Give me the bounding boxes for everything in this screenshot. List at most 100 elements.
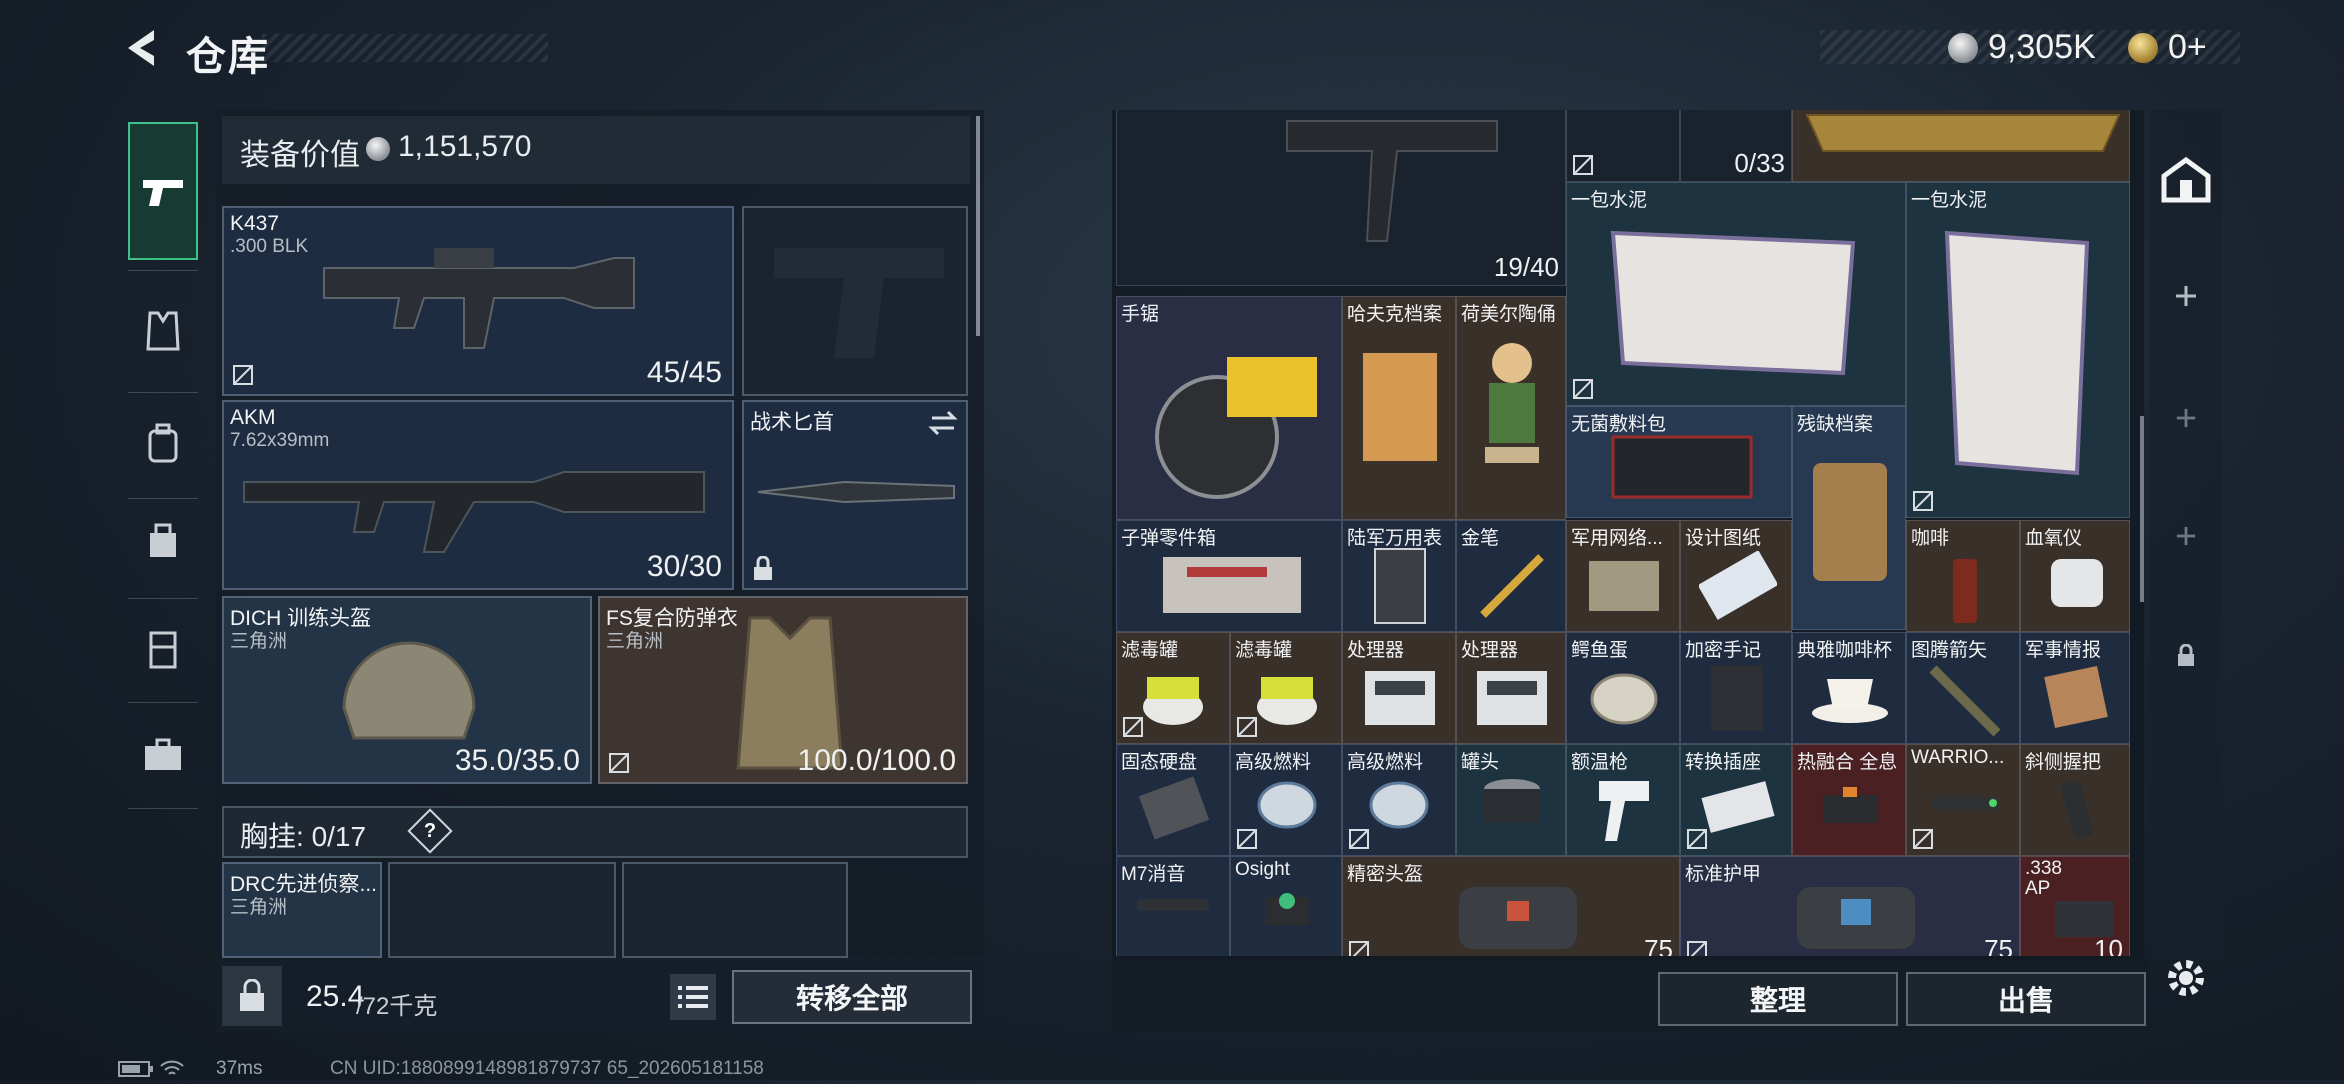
storage-item[interactable]: 陆军万用表: [1342, 520, 1456, 632]
storage-item[interactable]: 一包水泥: [1906, 182, 2130, 518]
add-page-button[interactable]: [2150, 500, 2222, 572]
storage-item[interactable]: 荷美尔陶俑: [1456, 296, 1566, 520]
rig-pocket-slot[interactable]: [622, 862, 848, 958]
gold-coin-icon: [2128, 33, 2158, 63]
blueprint-image: [1699, 551, 1777, 620]
processor-image: [1477, 671, 1547, 725]
rail-case[interactable]: [128, 720, 198, 790]
storage-item[interactable]: [1566, 110, 1680, 182]
storage-item[interactable]: Osight: [1230, 856, 1342, 956]
storage-item[interactable]: 血氧仪: [2020, 520, 2130, 632]
storage-item[interactable]: 金笔: [1456, 520, 1566, 632]
storage-item[interactable]: 咖啡: [1906, 520, 2020, 632]
add-page-button[interactable]: [2150, 260, 2222, 332]
storage-item[interactable]: 设计图纸: [1680, 520, 1792, 632]
storage-item[interactable]: 额温枪: [1566, 744, 1680, 856]
lock-toggle[interactable]: [222, 966, 282, 1026]
rail-backpack[interactable]: [128, 408, 198, 478]
storage-item[interactable]: 处理器: [1456, 632, 1566, 744]
smg-image: [1286, 120, 1498, 242]
storage-scrollbar[interactable]: [2140, 416, 2144, 602]
storage-item[interactable]: 军事情报: [2020, 632, 2130, 744]
loadout-scrollbar[interactable]: [976, 116, 980, 336]
rail-weapons[interactable]: [128, 158, 198, 228]
equip-value-label: 装备价值: [240, 139, 360, 172]
primary-weapon-slot[interactable]: K437 .300 BLK 45/45: [222, 206, 734, 396]
transfer-all-button[interactable]: 转移全部: [732, 970, 972, 1024]
pistol-silhouette-icon: [774, 248, 944, 358]
item-name: 手锯: [1121, 304, 1160, 325]
item-name: 金笔: [1461, 528, 1500, 549]
no-insure-icon: [1349, 941, 1369, 956]
storage-item[interactable]: 无菌敷料包: [1566, 406, 1792, 518]
storage-item[interactable]: 标准护甲 75: [1680, 856, 2020, 956]
melee-slot[interactable]: 战术匕首: [742, 400, 968, 590]
storage-item[interactable]: 残缺档案: [1792, 406, 1906, 630]
sell-button[interactable]: 出售: [1906, 972, 2146, 1026]
rail-bag[interactable]: [128, 504, 198, 574]
rail-armor[interactable]: [128, 296, 198, 366]
armor-slot[interactable]: FS复合防弹衣 三角洲 100.0/100.0: [598, 596, 968, 784]
ssd-image: [1138, 776, 1210, 840]
storage-item[interactable]: .338 AP 10: [2020, 856, 2130, 956]
briefcase-icon: [145, 738, 181, 770]
teacup-image: [1812, 679, 1888, 723]
storage-item[interactable]: 典雅咖啡杯: [1792, 632, 1906, 744]
storage-item[interactable]: WARRIO...: [1906, 744, 2020, 856]
storage-item[interactable]: 斜侧握把: [2020, 744, 2130, 856]
no-insure-icon: [1349, 829, 1369, 849]
item-name: 加密手记: [1685, 640, 1762, 661]
armor-durability: 100.0/100.0: [797, 744, 956, 777]
settings-button[interactable]: [2162, 954, 2210, 1002]
item-name: 军事情报: [2025, 640, 2102, 661]
storage-item[interactable]: 罐头: [1456, 744, 1566, 856]
storage-item[interactable]: 转换插座: [1680, 744, 1792, 856]
storage-item[interactable]: 滤毒罐: [1116, 632, 1230, 744]
storage-item[interactable]: 鳄鱼蛋: [1566, 632, 1680, 744]
helmet-slot[interactable]: DICH 训练头盔 三角洲 35.0/35.0: [222, 596, 592, 784]
storage-item[interactable]: 固态硬盘: [1116, 744, 1230, 856]
storage-item[interactable]: 加密手记: [1680, 632, 1792, 744]
add-page-button[interactable]: [2150, 382, 2222, 454]
sidearm-slot-empty[interactable]: [742, 206, 968, 396]
storage-item[interactable]: 0/33: [1680, 110, 1792, 182]
storage-item[interactable]: [1792, 110, 2130, 182]
storage-item[interactable]: M7消音: [1116, 856, 1230, 956]
secondary-weapon-slot[interactable]: AKM 7.62x39mm 30/30: [222, 400, 734, 590]
rail-rig[interactable]: [128, 614, 198, 684]
item-name: 罐头: [1461, 752, 1500, 773]
rig-pocket-slot[interactable]: [388, 862, 616, 958]
circular-saw-image: [1155, 357, 1317, 499]
storage-item[interactable]: 一包水泥: [1566, 182, 1906, 406]
sort-button[interactable]: 整理: [1658, 972, 1898, 1026]
storage-item[interactable]: 滤毒罐: [1230, 632, 1342, 744]
storage-item[interactable]: 高级燃料: [1342, 744, 1456, 856]
storage-item[interactable]: 军用网络...: [1566, 520, 1680, 632]
rig-slot[interactable]: DRC先进侦察... 三角洲: [222, 862, 382, 958]
storage-item[interactable]: 哈夫克档案: [1342, 296, 1456, 520]
weight-lock-icon: [240, 979, 264, 1011]
gold-pen-image: [1480, 554, 1544, 618]
storage-item[interactable]: 处理器: [1342, 632, 1456, 744]
power-socket-image: [1701, 781, 1775, 833]
primary-weapon-ammo: .300 BLK: [230, 236, 309, 257]
locked-page[interactable]: [2150, 620, 2222, 692]
wifi-icon: [160, 1060, 184, 1075]
storage-item[interactable]: 子弹零件箱: [1116, 520, 1342, 632]
bag-icon: [150, 523, 176, 557]
fuel-can-image: [1369, 781, 1429, 829]
back-button[interactable]: [118, 26, 162, 70]
list-view-button[interactable]: [670, 974, 716, 1020]
item-name: 哈夫克档案: [1347, 304, 1443, 325]
storage-item[interactable]: 图腾箭矢: [1906, 632, 2020, 744]
storage-item[interactable]: 19/40: [1116, 110, 1566, 286]
storage-item[interactable]: 手锯: [1116, 296, 1342, 520]
secondary-weapon-ammo-count: 30/30: [646, 550, 722, 583]
storage-page-main[interactable]: [2150, 144, 2222, 216]
storage-item[interactable]: 高级燃料: [1230, 744, 1342, 856]
gold-currency-amount[interactable]: 0+: [2168, 28, 2207, 67]
storage-item[interactable]: 热融合 全息: [1792, 744, 1906, 856]
battery-icon: [118, 1061, 153, 1077]
notebook-image: [1711, 665, 1763, 731]
storage-item[interactable]: 精密头盔 75: [1342, 856, 1680, 956]
